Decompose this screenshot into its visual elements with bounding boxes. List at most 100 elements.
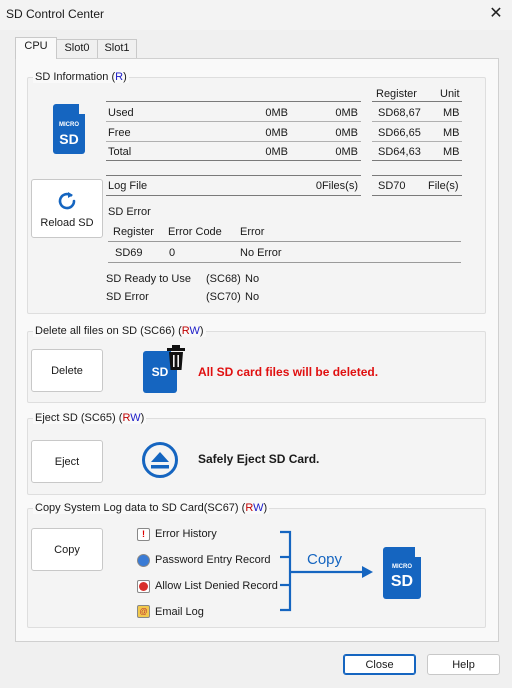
used-register: SD68,67 (378, 107, 421, 119)
access-close: ) (263, 502, 268, 514)
column-register-header: Register (376, 88, 417, 100)
access-close: ) (199, 325, 204, 337)
log-file-value: 0Files(s) (315, 180, 358, 192)
password-record-label: Password Entry Record (155, 554, 271, 566)
free-value-1: 0MB (265, 127, 288, 139)
denied-record-label: Allow List Denied Record (155, 580, 278, 592)
error-history-icon: ! (137, 528, 150, 541)
micro-sd-card-icon: MICRO SD (53, 104, 85, 154)
access-w: W (189, 325, 200, 337)
help-button[interactable]: Help (427, 654, 500, 675)
access-w: W (130, 412, 141, 424)
divider (106, 160, 361, 161)
log-file-register: SD70 (378, 180, 406, 192)
sd-information-title: SD Information (R) (33, 71, 129, 83)
total-value-2: 0MB (335, 146, 358, 158)
tab-slot0[interactable]: Slot0 (56, 39, 98, 58)
divider (372, 195, 462, 196)
access-r: R (181, 325, 190, 337)
eject-group-title: Eject SD (SC65) (RW) (33, 412, 147, 424)
denied-record-icon (137, 580, 150, 593)
tab-label: Slot0 (64, 42, 90, 54)
title-bar: SD Control Center ✕ (0, 0, 512, 30)
divider (106, 101, 361, 102)
eject-button-label: Eject (54, 455, 80, 468)
sd-error-title: SD Error (108, 206, 151, 218)
tab-slot1[interactable]: Slot1 (97, 39, 137, 58)
group-title-text: Eject SD (SC65) (35, 412, 116, 424)
tab-cpu[interactable]: CPU (15, 37, 57, 59)
free-register: SD66,65 (378, 127, 421, 139)
reload-sd-button[interactable]: Reload SD (31, 179, 103, 238)
access-close: ) (140, 412, 145, 424)
eject-button[interactable]: Eject (31, 440, 103, 483)
divider (372, 101, 462, 102)
card-small-text: MICRO (59, 122, 79, 128)
free-label: Free (108, 127, 131, 139)
copy-arrow-label: Copy (307, 551, 343, 568)
password-record-icon (137, 554, 150, 567)
total-label: Total (108, 146, 132, 158)
divider (108, 262, 461, 263)
card-big-text: SD (59, 131, 79, 147)
group-title-text: Copy System Log data to SD Card(SC67) (35, 502, 239, 514)
access-r: R (115, 71, 124, 83)
group-title-text: SD Information (35, 71, 109, 83)
card-big-text: SD (390, 573, 414, 590)
error-code-value: 0 (169, 247, 176, 259)
error-register-value: SD69 (115, 247, 143, 259)
delete-button[interactable]: Delete (31, 349, 103, 392)
copy-flow-arrow (280, 530, 373, 612)
log-file-unit: File(s) (428, 180, 459, 192)
window-title: SD Control Center (6, 7, 105, 21)
access-w: W (253, 502, 264, 514)
used-label: Used (108, 107, 134, 119)
total-unit: MB (443, 146, 460, 158)
sd-ready-label: SD Ready to Use (106, 273, 191, 285)
divider (106, 195, 361, 196)
divider (372, 160, 462, 161)
error-history-label: Error History (155, 528, 217, 540)
sd-error-status-label: SD Error (106, 291, 149, 303)
copy-group-title: Copy System Log data to SD Card(SC67) (R… (33, 502, 270, 514)
delete-group-title: Delete all files on SD (SC66) (RW) (33, 325, 206, 337)
divider (372, 121, 462, 122)
group-title-text: Delete all files on SD (SC66) (35, 325, 176, 337)
reload-sd-label: Reload SD (40, 216, 94, 229)
tab-label: Slot1 (104, 42, 130, 54)
error-text-value: No Error (240, 247, 282, 259)
divider (106, 121, 361, 122)
error-col-register: Register (113, 226, 154, 238)
email-log-icon: @ (137, 605, 150, 618)
access-r: R (245, 502, 254, 514)
sd-ready-value: No (245, 273, 260, 285)
error-col-code: Error Code (168, 226, 222, 238)
divider (106, 141, 361, 142)
used-value-2: 0MB (335, 107, 358, 119)
close-window-icon[interactable]: ✕ (486, 4, 506, 24)
reload-icon (58, 191, 76, 209)
access-close: ) (123, 71, 127, 83)
total-register: SD64,63 (378, 146, 421, 158)
free-value-2: 0MB (335, 127, 358, 139)
divider (106, 175, 361, 176)
copy-button[interactable]: Copy (31, 528, 103, 571)
copy-button-label: Copy (54, 543, 80, 556)
used-value-1: 0MB (265, 107, 288, 119)
eject-message: Safely Eject SD Card. (198, 452, 320, 466)
log-file-label: Log File (108, 180, 148, 192)
total-value-1: 0MB (265, 146, 288, 158)
help-button-label: Help (452, 658, 475, 671)
divider (372, 175, 462, 176)
sd-error-status-register: (SC70) (206, 291, 241, 303)
delete-warning-message: All SD card files will be deleted. (198, 365, 379, 379)
free-unit: MB (443, 127, 460, 139)
close-button[interactable]: Close (343, 654, 416, 675)
column-unit-header: Unit (440, 88, 460, 100)
card-small-text: MICRO (392, 564, 412, 570)
delete-button-label: Delete (51, 364, 83, 377)
trash-icon (167, 345, 185, 370)
sd-ready-register: (SC68) (206, 273, 241, 285)
email-log-label: Email Log (155, 606, 204, 618)
divider (372, 141, 462, 142)
